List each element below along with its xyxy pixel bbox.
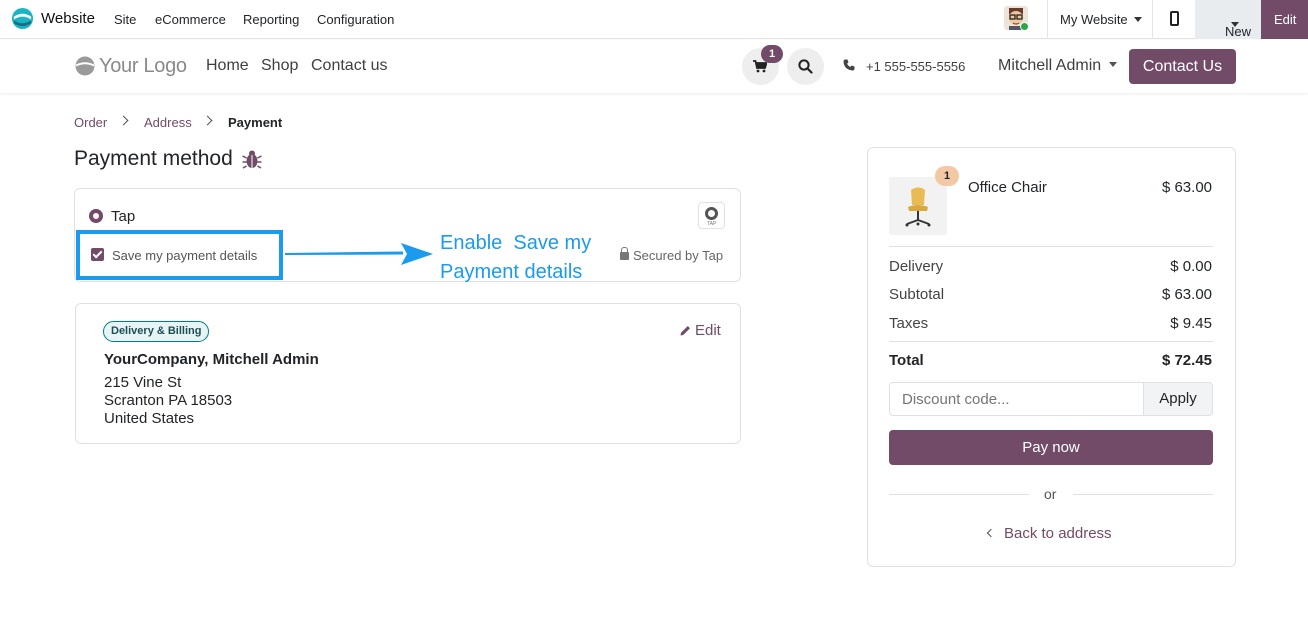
admin-navbar: Website Site eCommerce Reporting Configu… [0, 0, 1308, 39]
annotation-line-1: Enable Save my [440, 232, 592, 254]
back-to-address-label: Back to address [1004, 525, 1112, 542]
breadcrumb-order[interactable]: Order [74, 115, 107, 130]
product-price: $ 63.00 [1161, 179, 1212, 196]
tap-logo-text: TAP [707, 221, 717, 227]
site-logo[interactable]: Your Logo [74, 54, 187, 78]
office-chair-image [905, 187, 931, 227]
cart-count-badge: 1 [761, 45, 783, 63]
subtotal-label: Subtotal [889, 286, 945, 303]
edit-button-label: Edit [1274, 12, 1297, 27]
save-payment-label[interactable]: Save my payment details [112, 248, 257, 263]
back-to-address-link[interactable]: Back to address [986, 525, 1112, 542]
mobile-preview-icon[interactable] [1170, 11, 1179, 26]
divider [889, 341, 1213, 342]
breadcrumb-address[interactable]: Address [144, 115, 192, 130]
taxes-value: $ 9.45 [1170, 315, 1212, 332]
chevron-right-icon [202, 115, 213, 126]
payment-option-label[interactable]: Tap [111, 208, 135, 225]
address-name: YourCompany, Mitchell Admin [104, 351, 319, 368]
new-button[interactable]: New [1195, 0, 1261, 39]
payment-option-radio[interactable] [89, 209, 103, 223]
user-menu[interactable]: Mitchell Admin [998, 57, 1118, 75]
total-value: $ 72.45 [1161, 352, 1212, 369]
tap-logo-mark [705, 207, 718, 220]
lock-icon [620, 247, 629, 260]
delivery-value: $ 0.00 [1170, 258, 1212, 275]
discount-code-input[interactable] [889, 382, 1144, 416]
divider [1047, 0, 1048, 39]
website-selector[interactable]: My Website [1060, 12, 1142, 27]
nav-contact-us[interactable]: Contact us [311, 57, 387, 75]
caret-down-icon [1231, 22, 1239, 27]
divider [1073, 494, 1213, 495]
page-title: Payment method [74, 147, 233, 170]
or-separator: or [1044, 486, 1057, 502]
edit-button[interactable]: Edit [1261, 0, 1308, 39]
address-line: United States [104, 410, 195, 427]
website-selector-label: My Website [1060, 12, 1128, 27]
secured-by: Secured by Tap [620, 247, 724, 263]
nav-home[interactable]: Home [206, 57, 249, 75]
annotation-text: Enable Save my Payment details [440, 229, 591, 287]
pencil-icon [680, 326, 690, 336]
menu-ecommerce[interactable]: eCommerce [155, 12, 226, 27]
apply-discount-button[interactable]: Apply [1143, 382, 1213, 416]
online-status-dot [1020, 22, 1028, 30]
annotation-arrow [285, 243, 433, 265]
total-label: Total [889, 352, 924, 369]
address-line: Scranton PA 18503 [104, 392, 233, 409]
divider [889, 494, 1029, 495]
secured-by-label: Secured by Tap [633, 248, 724, 263]
subtotal-value: $ 63.00 [1161, 286, 1212, 303]
delivery-label: Delivery [889, 258, 944, 275]
tap-logo: TAP [698, 202, 725, 229]
divider [889, 246, 1213, 247]
address-line: 215 Vine St [104, 374, 182, 391]
taxes-label: Taxes [889, 315, 929, 332]
user-avatar[interactable] [1004, 6, 1028, 30]
delivery-billing-badge: Delivery & Billing [103, 321, 210, 342]
website-header: Your Logo Home Shop Contact us 1 +1 555-… [0, 40, 1308, 93]
phone-number[interactable]: +1 555-555-5556 [866, 59, 965, 74]
chevron-left-icon [986, 528, 996, 538]
edit-address-label: Edit [695, 322, 721, 339]
edit-address-link[interactable]: Edit [680, 322, 721, 339]
product-quantity-badge: 1 [935, 166, 959, 186]
user-name: Mitchell Admin [998, 57, 1102, 74]
contact-us-button[interactable]: Contact Us [1129, 49, 1236, 84]
caret-down-icon [1133, 17, 1142, 23]
pay-now-button[interactable]: Pay now [889, 430, 1213, 465]
logo-mark-icon [75, 56, 95, 76]
app-name[interactable]: Website [41, 10, 95, 27]
menu-configuration[interactable]: Configuration [317, 12, 394, 27]
website-app-icon[interactable] [11, 7, 34, 30]
caret-down-icon [1109, 62, 1118, 68]
logo-text: Your Logo [99, 54, 187, 77]
menu-reporting[interactable]: Reporting [243, 12, 299, 27]
product-image [889, 177, 947, 235]
annotation-line-2: Payment details [440, 261, 583, 283]
breadcrumb-payment: Payment [228, 115, 283, 130]
search-icon [798, 59, 813, 74]
search-button[interactable] [787, 48, 824, 85]
product-name[interactable]: Office Chair [968, 179, 1047, 196]
menu-site[interactable]: Site [114, 12, 136, 27]
bug-icon[interactable] [242, 148, 262, 170]
nav-shop[interactable]: Shop [261, 57, 298, 75]
divider [1152, 0, 1153, 39]
phone-icon [843, 59, 855, 71]
chevron-right-icon [118, 115, 129, 126]
save-payment-checkbox[interactable] [91, 248, 104, 261]
